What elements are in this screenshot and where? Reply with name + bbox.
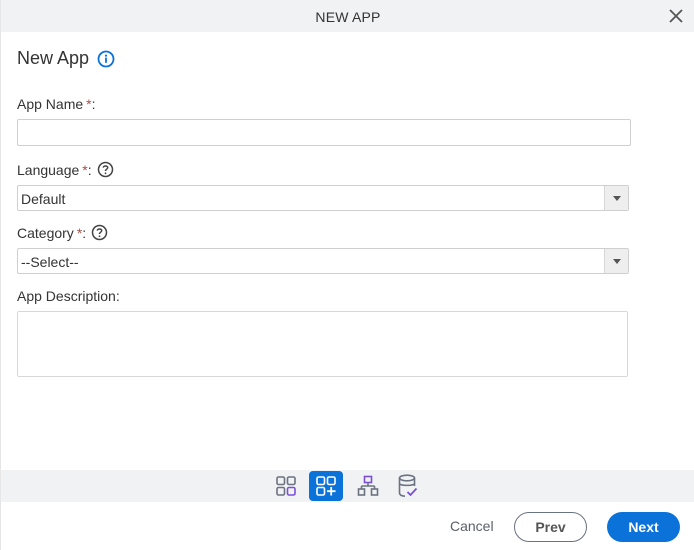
database-check-icon [398,474,418,497]
step-new-app[interactable] [309,471,343,501]
app-description-textarea[interactable] [17,311,628,377]
category-selected-value: --Select-- [21,254,79,270]
language-select[interactable]: Default [17,185,629,211]
help-icon[interactable] [91,224,108,241]
category-label: Category * : [17,224,108,241]
category-select[interactable]: --Select-- [17,248,629,274]
category-label-text: Category [17,224,74,241]
grid-plus-icon [316,476,336,496]
info-icon[interactable] [97,50,115,68]
hierarchy-icon [357,475,379,496]
label-colon: : [87,161,92,178]
page-title: New App [17,48,90,68]
wizard-step-bar [1,470,694,502]
app-name-input[interactable] [17,119,631,146]
dialog-title: NEW APP [315,9,381,25]
dialog-footer: Cancel Prev Next [1,502,694,550]
grid-icon [276,476,296,496]
step-app-settings[interactable] [269,471,303,501]
step-database[interactable] [391,471,425,501]
language-selected-value: Default [21,191,66,207]
dropdown-arrow-icon[interactable] [604,186,628,210]
dropdown-arrow-icon[interactable] [604,249,628,273]
prev-button[interactable]: Prev [514,512,587,542]
cancel-button[interactable]: Cancel [450,518,494,534]
app-name-label: App Name * : [17,96,96,112]
next-button[interactable]: Next [607,512,680,542]
description-label: App Description: [17,288,120,304]
language-label: Language * : [17,161,114,178]
dialog-titlebar: NEW APP [1,0,694,32]
form-heading: New App [17,48,115,69]
label-colon: : [91,96,96,112]
description-label-text: App Description: [17,288,120,304]
new-app-dialog: NEW APP New App App Name * : Language * … [0,0,694,550]
app-name-label-text: App Name [17,96,84,112]
step-hierarchy[interactable] [351,471,385,501]
help-icon[interactable] [97,161,114,178]
label-colon: : [82,224,87,241]
close-icon[interactable] [669,9,683,23]
language-label-text: Language [17,161,80,178]
